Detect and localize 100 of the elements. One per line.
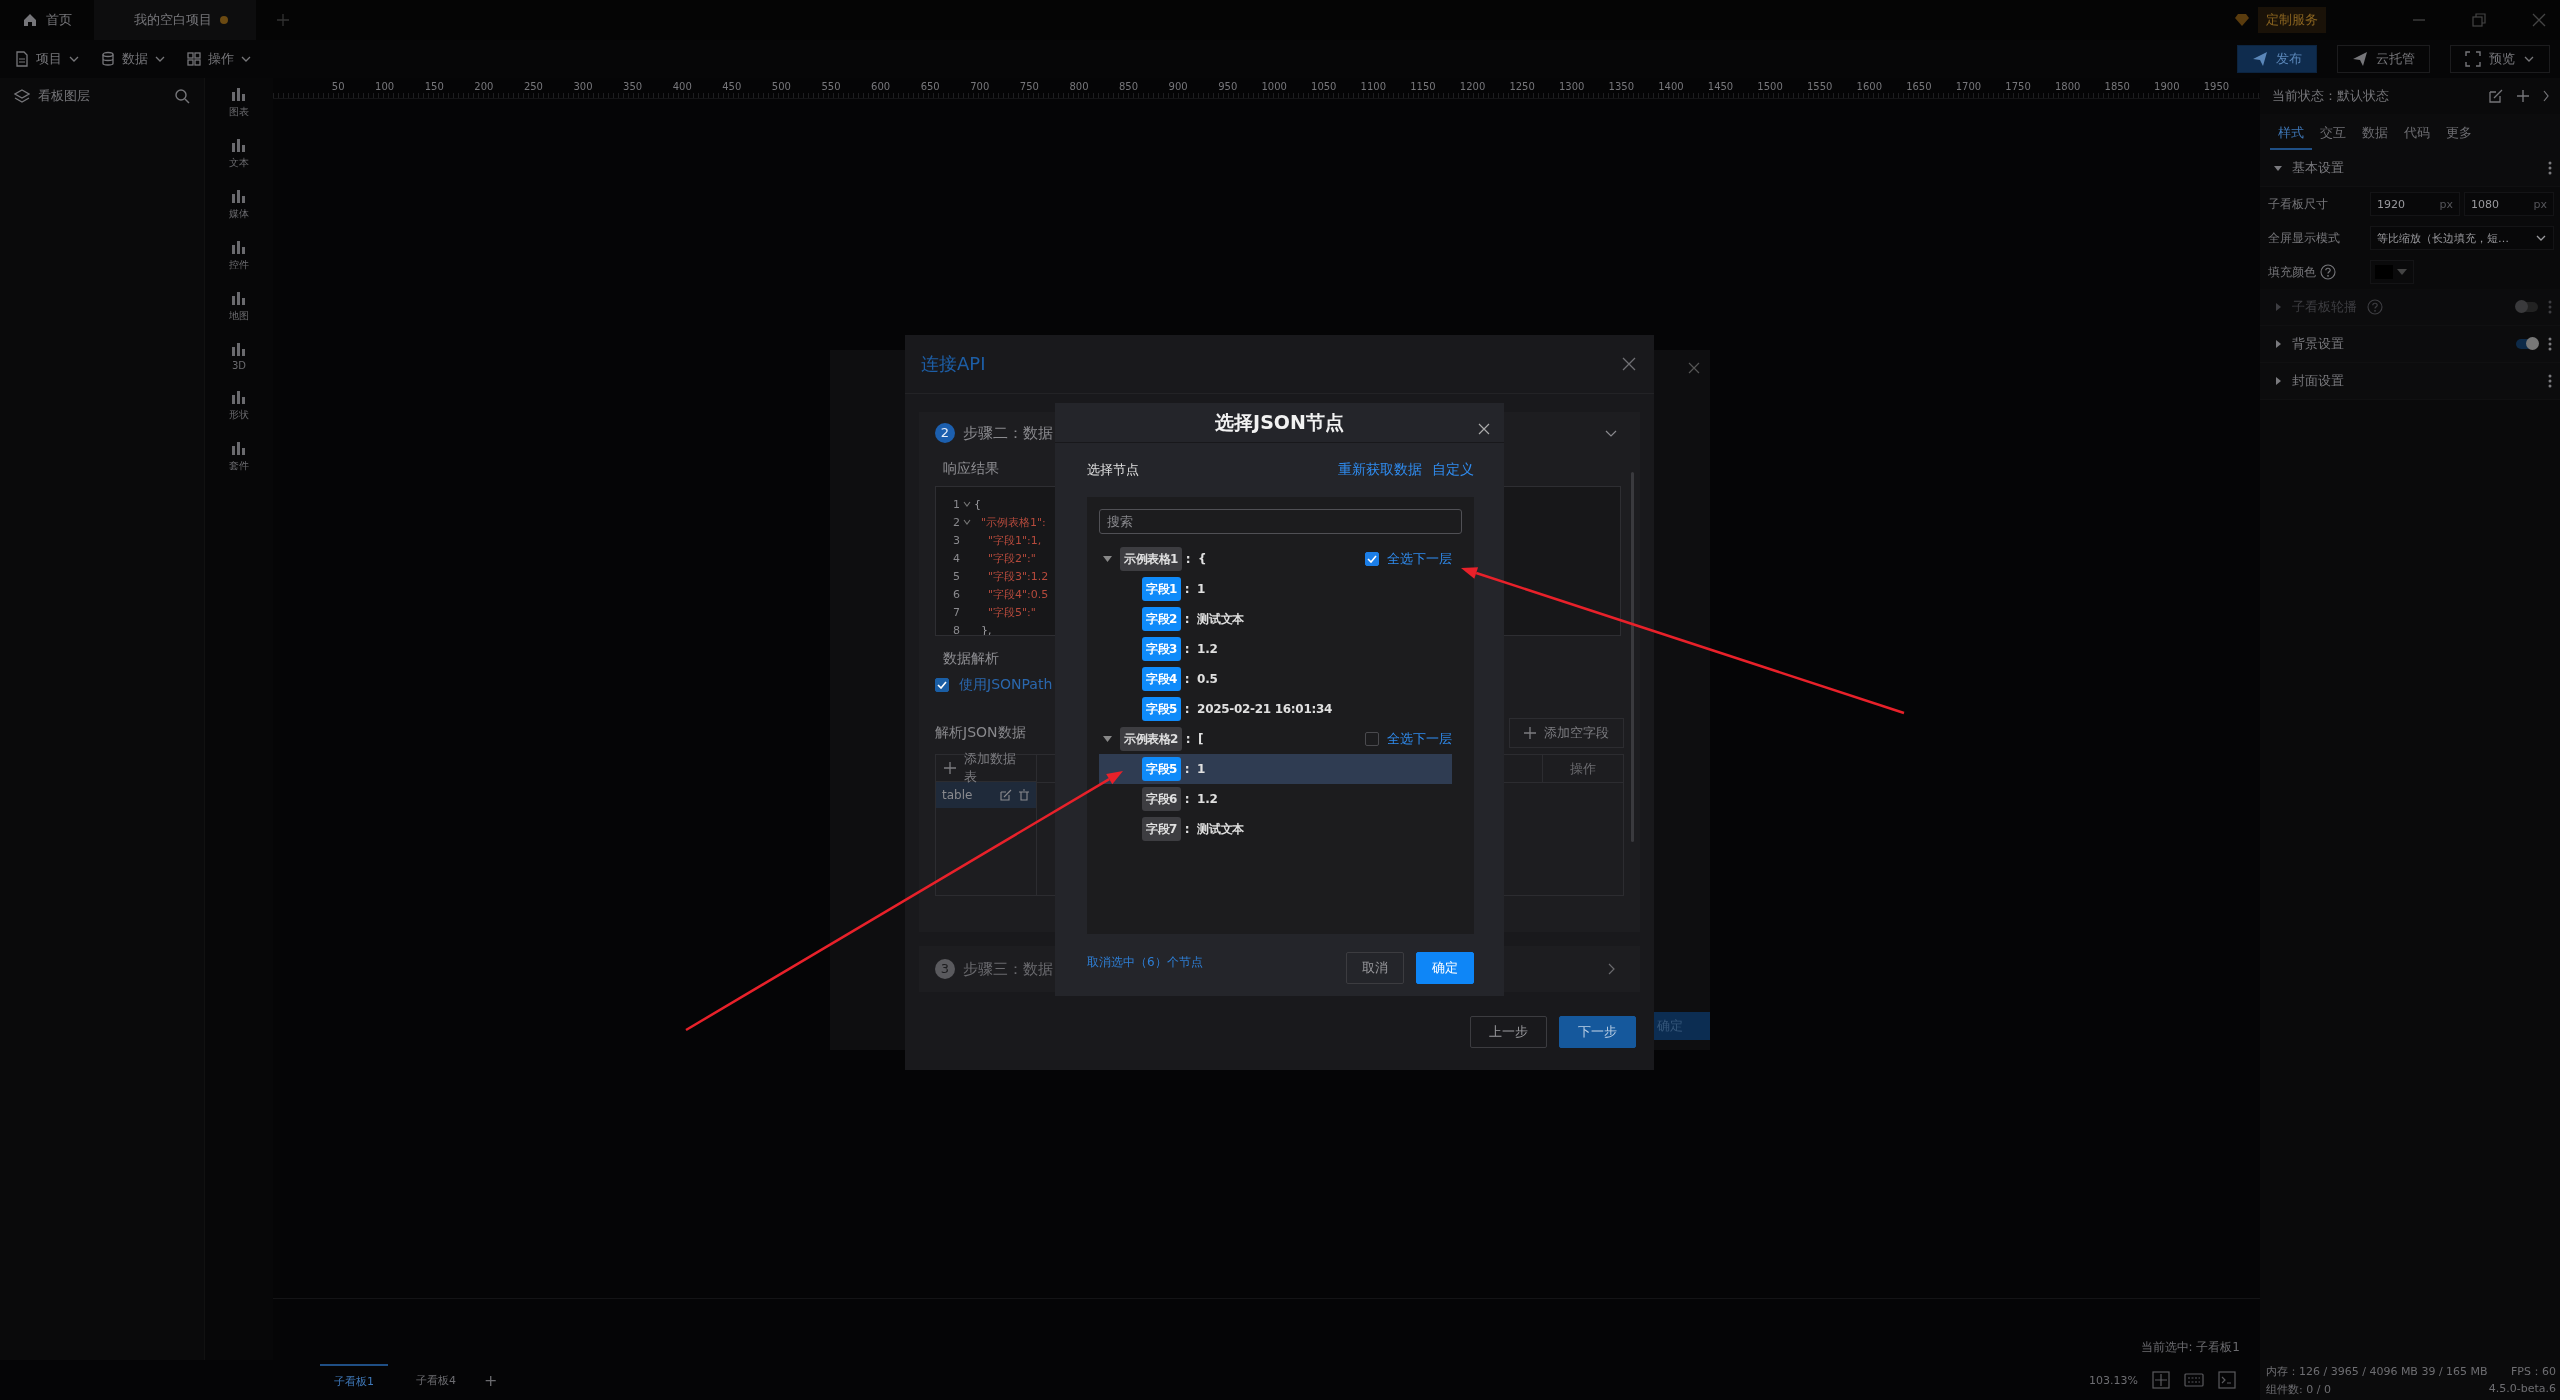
node-value: : 测试文本	[1184, 820, 1244, 838]
ruler-label: 1850	[2103, 81, 2130, 94]
search-field[interactable]: 搜索	[1099, 509, 1462, 534]
code-text: },	[980, 623, 992, 635]
node-key[interactable]: 字段3	[1142, 637, 1181, 661]
zoom-level[interactable]: 103.13%	[2089, 1373, 2138, 1387]
section-label: 解析JSON数据	[935, 724, 1026, 742]
node-key[interactable]: 字段7	[1142, 817, 1181, 841]
node-key[interactable]: 字段2	[1142, 607, 1181, 631]
node-key[interactable]: 字段4	[1142, 667, 1181, 691]
inspector-tab[interactable]: 更多	[2438, 114, 2480, 150]
tool-icon	[230, 389, 248, 405]
close-icon	[1478, 423, 1490, 435]
ruler-label: 250	[522, 81, 543, 94]
ruler-label: 950	[1217, 81, 1238, 94]
ruler-label: 1650	[1905, 81, 1932, 94]
tool-icon	[230, 137, 248, 153]
inspector-tab[interactable]: 交互	[2312, 114, 2354, 150]
line-number: 6	[952, 587, 960, 601]
tool-label[interactable]: 媒体	[229, 207, 249, 221]
edit-icon	[2488, 88, 2504, 104]
tool-label[interactable]: 地图	[229, 309, 249, 323]
project-tab[interactable]: 首页	[0, 0, 94, 40]
node-value: : 0.5	[1184, 672, 1218, 686]
state-label: 当前状态：默认状态	[2272, 87, 2389, 105]
node-value: : {	[1185, 552, 1207, 566]
checkbox[interactable]	[935, 678, 949, 692]
tool-label[interactable]: 形状	[229, 408, 249, 422]
number-field[interactable]: 1080 px	[2464, 192, 2554, 216]
tool-icon	[230, 440, 248, 456]
step-title: 步骤三：数据	[963, 959, 1053, 979]
tool-label[interactable]: 控件	[229, 258, 249, 272]
node-value: : 1.2	[1184, 642, 1218, 656]
link[interactable]: 重新获取数据	[1338, 461, 1422, 479]
plus-icon	[1524, 727, 1536, 739]
ruler-label: 600	[870, 81, 891, 94]
node-key[interactable]: 字段5	[1142, 757, 1181, 781]
step-number: 2	[935, 423, 955, 443]
deselect-link[interactable]: 取消选中（6）个节点	[1087, 954, 1203, 971]
node-key[interactable]: 字段5	[1142, 697, 1181, 721]
node-value: : [	[1185, 732, 1204, 746]
paper-plane-icon	[2352, 51, 2368, 67]
more-icon	[2548, 300, 2552, 314]
tool-label[interactable]: 套件	[229, 459, 249, 473]
document-icon	[14, 51, 30, 67]
line-number: 7	[952, 605, 960, 619]
cloud-hosting-button[interactable]: 云托管	[2337, 45, 2430, 73]
paper-plane-icon	[2252, 51, 2268, 67]
publish-button[interactable]: 发布	[2237, 45, 2317, 73]
menu-item[interactable]: 项目	[14, 50, 80, 68]
line-number: 8	[952, 623, 960, 635]
menu-item[interactable]: 数据	[100, 50, 166, 68]
board-tab[interactable]: 子看板1	[320, 1363, 388, 1397]
tool-label[interactable]: 图表	[229, 105, 249, 119]
node-key[interactable]: 字段6	[1142, 787, 1181, 811]
ruler-label: 800	[1068, 81, 1089, 94]
checkbox[interactable]	[1365, 552, 1379, 566]
table-item[interactable]: table	[936, 782, 1036, 808]
select-all-label[interactable]: 全选下一层	[1387, 730, 1452, 748]
dialog-title: 选择JSON节点	[1215, 409, 1344, 435]
ruler-label: 100	[374, 81, 395, 94]
select-all-label[interactable]: 全选下一层	[1387, 550, 1452, 568]
number-field[interactable]: 1920 px	[2370, 192, 2460, 216]
next-button[interactable]: 下一步	[1559, 1016, 1636, 1048]
add-board-button[interactable]: +	[484, 1370, 498, 1390]
checkbox[interactable]	[1365, 732, 1379, 746]
confirm-button[interactable]: 确定	[1416, 952, 1474, 984]
fullscreen-icon	[2465, 51, 2481, 67]
project-tab[interactable]: 我的空白项目	[94, 0, 256, 40]
ruler-label: 1200	[1458, 81, 1486, 94]
preview-button[interactable]: 预览	[2450, 45, 2550, 73]
mode-select[interactable]: 等比缩放（长边填充，短…	[2370, 226, 2554, 250]
line-number: 3	[952, 533, 960, 547]
code-text: "示例表格1":	[980, 514, 1046, 530]
node-key[interactable]: 示例表格2	[1120, 727, 1182, 751]
previous-button[interactable]: 上一步	[1470, 1016, 1547, 1048]
selected-row[interactable]: 字段5 : 1	[1099, 754, 1452, 784]
terminal-icon	[2218, 1371, 2236, 1389]
tool-label[interactable]: 文本	[229, 156, 249, 170]
code-text: "字段1":1,	[987, 532, 1042, 548]
plus-icon	[944, 762, 956, 774]
node-key[interactable]: 字段1	[1142, 577, 1181, 601]
edit-icon	[1000, 789, 1012, 801]
chevron-right-icon	[2542, 90, 2550, 102]
ruler-label: 1500	[1756, 81, 1783, 94]
board-tab[interactable]: 子看板4	[402, 1364, 470, 1396]
link[interactable]: 自定义	[1432, 461, 1474, 479]
color-picker[interactable]	[2370, 260, 2414, 284]
menu-item[interactable]: 操作	[186, 50, 252, 68]
ruler-label: 700	[969, 81, 990, 94]
node-key[interactable]: 示例表格1	[1120, 547, 1182, 571]
line-number: 4	[952, 551, 960, 565]
cancel-button[interactable]: 取消	[1346, 952, 1404, 984]
inspector-tab[interactable]: 数据	[2354, 114, 2396, 150]
toggle-switch[interactable]	[2516, 339, 2538, 349]
tool-label[interactable]: 3D	[231, 360, 247, 371]
ruler-label: 500	[770, 81, 791, 94]
inspector-tab[interactable]: 代码	[2396, 114, 2438, 150]
ruler-label: 550	[820, 81, 841, 94]
add-field-button[interactable]: 添加空字段	[1509, 718, 1624, 748]
